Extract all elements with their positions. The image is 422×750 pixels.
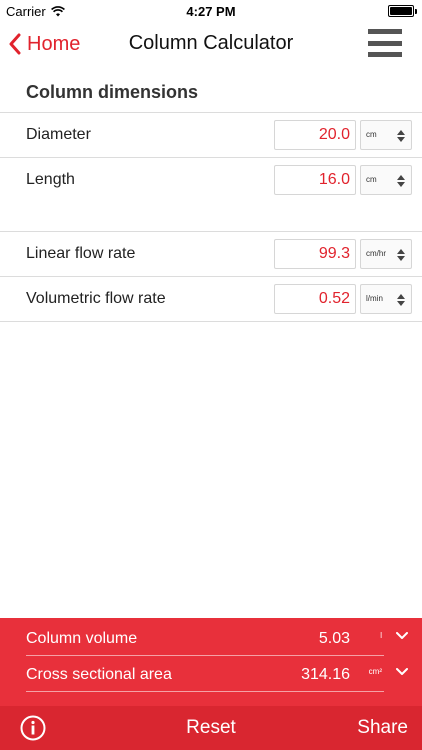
- up-down-arrows-icon: [397, 175, 405, 187]
- diameter-unit-select[interactable]: cm: [360, 120, 412, 150]
- status-time: 4:27 PM: [186, 4, 236, 19]
- divider: [0, 321, 422, 322]
- row-label: Volumetric flow rate: [26, 290, 166, 307]
- result-value: 314.16: [301, 666, 350, 683]
- result-value: 5.03: [318, 630, 350, 647]
- up-down-arrows-icon: [397, 130, 405, 142]
- unit-label: cm/hr: [366, 249, 386, 258]
- volumetric-flow-unit-select[interactable]: l/min: [360, 284, 412, 314]
- row-linear-flow-rate: Linear flow rate 99.3 cm/hr: [0, 231, 422, 276]
- length-input[interactable]: 16.0: [274, 165, 356, 195]
- divider: [26, 691, 384, 692]
- row-length: Length 16.0 cm: [0, 157, 422, 202]
- unit-label: cm: [366, 175, 377, 184]
- section-header: Column dimensions: [26, 82, 199, 102]
- chevron-down-icon[interactable]: [396, 632, 408, 640]
- status-bar: Carrier 4:27 PM: [0, 0, 422, 22]
- result-cross-sectional-area[interactable]: Cross sectional area 314.16 cm²: [26, 656, 412, 692]
- result-label: Cross sectional area: [26, 666, 172, 683]
- result-unit: cm²: [368, 667, 382, 676]
- volumetric-flow-rate-input[interactable]: 0.52: [274, 284, 356, 314]
- row-label: Length: [26, 171, 75, 188]
- diameter-input[interactable]: 20.0: [274, 120, 356, 150]
- row-label: Linear flow rate: [26, 245, 136, 262]
- battery-icon: [388, 5, 417, 17]
- row-diameter: Diameter 20.0 cm: [0, 112, 422, 157]
- linear-flow-unit-select[interactable]: cm/hr: [360, 239, 412, 269]
- unit-label: cm: [366, 130, 377, 139]
- length-unit-select[interactable]: cm: [360, 165, 412, 195]
- hamburger-menu-icon[interactable]: [368, 29, 402, 57]
- result-label: Column volume: [26, 630, 138, 647]
- result-unit: l: [380, 631, 382, 640]
- chevron-down-icon[interactable]: [396, 668, 408, 676]
- share-button[interactable]: Share: [357, 717, 408, 739]
- reset-button[interactable]: Reset: [171, 717, 251, 739]
- unit-label: l/min: [366, 294, 383, 303]
- info-icon[interactable]: [20, 715, 46, 741]
- up-down-arrows-icon: [397, 249, 405, 261]
- results-panel: Column volume 5.03 l Cross sectional are…: [0, 618, 422, 706]
- linear-flow-rate-input[interactable]: 99.3: [274, 239, 356, 269]
- row-volumetric-flow-rate: Volumetric flow rate 0.52 l/min: [0, 276, 422, 321]
- bottom-toolbar: Reset Share: [0, 706, 422, 750]
- row-label: Diameter: [26, 126, 91, 143]
- result-column-volume[interactable]: Column volume 5.03 l: [26, 620, 412, 656]
- nav-bar: Home Column Calculator: [0, 22, 422, 66]
- page-title: Column Calculator: [128, 32, 294, 54]
- up-down-arrows-icon: [397, 294, 405, 306]
